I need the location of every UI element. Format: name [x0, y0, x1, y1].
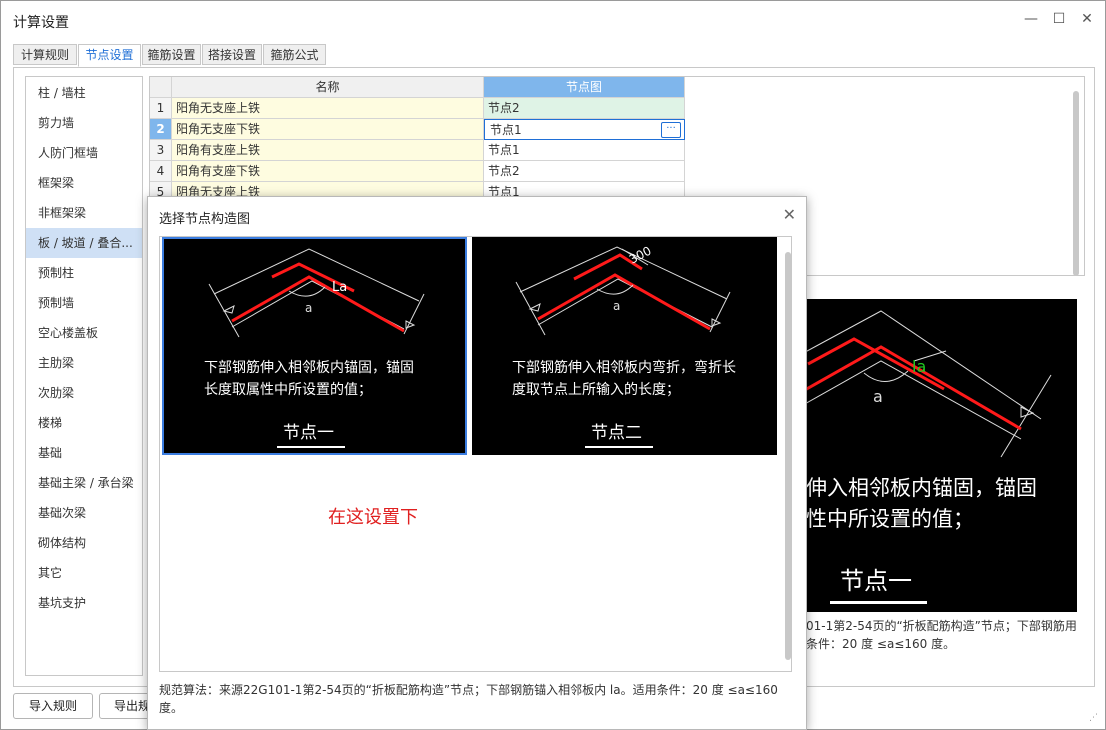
- tab-stirrup-formula[interactable]: 箍筋公式: [263, 44, 326, 65]
- row-number: 1: [150, 98, 172, 119]
- row-number: 2: [150, 119, 172, 140]
- row-node-cell[interactable]: 节点2: [484, 161, 685, 182]
- preview-description: 01-1第2-54页的“折板配筋构造”节点；下部钢筋用条件：20 度 ≤a≤16…: [806, 619, 1077, 651]
- table-row[interactable]: 2 阳角无支座下铁 节点1 ···: [150, 119, 685, 140]
- title-bar: 计算设置 — ☐ ✕: [1, 1, 1105, 39]
- dialog-description: 规范算法：来源22G101-1第2-54页的“折板配筋构造”节点；下部钢筋锚入相…: [159, 683, 778, 715]
- row-name-cell[interactable]: 阳角无支座下铁: [172, 119, 484, 140]
- node-option-2[interactable]: 300 a 下部钢筋伸入相邻板内弯折，弯折长 度取节点上所输入的长度； 节点二: [472, 237, 777, 455]
- node-options-area: La a 下部钢筋伸入相邻板内锚固，锚固 长度取属性中所设置的值； 节点一 30…: [159, 236, 792, 672]
- row-number: 3: [150, 140, 172, 161]
- sidebar-item-precast-wall[interactable]: 预制墙: [26, 288, 142, 318]
- preview-caption: 节点一: [840, 567, 912, 595]
- sidebar-item-frame-beam[interactable]: 框架梁: [26, 168, 142, 198]
- row-node-cell[interactable]: 节点1: [484, 140, 685, 161]
- grid-corner: [150, 77, 172, 98]
- sidebar-item-slab[interactable]: 板 / 坡道 / 叠合...: [26, 228, 142, 258]
- dim-label: 300: [627, 244, 654, 267]
- row-name-cell[interactable]: 阳角有支座下铁: [172, 161, 484, 182]
- tab-calc-rules[interactable]: 计算规则: [13, 44, 77, 65]
- sidebar-item-hollow-slab[interactable]: 空心楼盖板: [26, 318, 142, 348]
- sidebar-item-secondary-rib-beam[interactable]: 次肋梁: [26, 378, 142, 408]
- sidebar-item-masonry[interactable]: 砌体结构: [26, 528, 142, 558]
- dialog-scrollbar[interactable]: [785, 252, 791, 660]
- angle-label: a: [613, 299, 620, 313]
- table-row[interactable]: 1 阳角无支座上铁 节点2: [150, 98, 685, 119]
- option-1-caption: 节点一: [283, 423, 334, 443]
- table-row[interactable]: 3 阳角有支座上铁 节点1: [150, 140, 685, 161]
- sidebar-item-pit-support[interactable]: 基坑支护: [26, 588, 142, 618]
- sidebar-item-civil-defense-door[interactable]: 人防门框墙: [26, 138, 142, 168]
- option-1-text-line2: 长度取属性中所设置的值；: [204, 382, 372, 398]
- row-number: 4: [150, 161, 172, 182]
- slab-fold-diagram: la a 伸入相邻板内锚固，锚固 性中所设置的值； 节点一: [796, 310, 1052, 604]
- node-preview-image: la a 伸入相邻板内锚固，锚固 性中所设置的值； 节点一: [796, 299, 1077, 612]
- row-name-cell[interactable]: 阳角有支座上铁: [172, 140, 484, 161]
- annotation-note: 在这设置下: [328, 507, 418, 528]
- angle-label: a: [305, 301, 312, 315]
- la-label: La: [332, 280, 347, 295]
- sidebar-item-foundation-secondary-beam[interactable]: 基础次梁: [26, 498, 142, 528]
- row-node-cell-editing[interactable]: 节点1 ···: [484, 119, 685, 140]
- tab-node-settings[interactable]: 节点设置: [78, 44, 141, 67]
- preview-text-line1: 伸入相邻板内锚固，锚固: [806, 476, 1037, 500]
- option-2-caption: 节点二: [591, 423, 642, 443]
- row-node-cell[interactable]: 节点2: [484, 98, 685, 119]
- column-header-node[interactable]: 节点图: [484, 77, 685, 98]
- maximize-icon[interactable]: ☐: [1051, 11, 1067, 27]
- dialog-title: 选择节点构造图: [159, 212, 251, 227]
- window-title: 计算设置: [13, 15, 69, 31]
- sidebar-item-precast-column[interactable]: 预制柱: [26, 258, 142, 288]
- node-option-2-diagram: 300 a 下部钢筋伸入相邻板内弯折，弯折长 度取节点上所输入的长度； 节点二: [512, 244, 736, 448]
- dialog-close-icon[interactable]: ✕: [783, 205, 796, 224]
- component-sidebar: 柱 / 墙柱 剪力墙 人防门框墙 框架梁 非框架梁 板 / 坡道 / 叠合...…: [25, 76, 143, 676]
- sidebar-item-stairs[interactable]: 楼梯: [26, 408, 142, 438]
- import-rules-button[interactable]: 导入规则: [13, 693, 93, 719]
- node-option-1[interactable]: La a 下部钢筋伸入相邻板内锚固，锚固 长度取属性中所设置的值； 节点一: [162, 237, 467, 455]
- node-option-1-diagram: La a 下部钢筋伸入相邻板内锚固，锚固 长度取属性中所设置的值； 节点一: [204, 248, 425, 448]
- sidebar-item-foundation-main-beam[interactable]: 基础主梁 / 承台梁: [26, 468, 142, 498]
- table-row[interactable]: 4 阳角有支座下铁 节点2: [150, 161, 685, 182]
- angle-label: a: [873, 387, 883, 406]
- option-2-text-line2: 度取节点上所输入的长度；: [512, 382, 680, 398]
- select-node-dialog: 选择节点构造图 ✕ La a 下部钢筋伸入相邻板内锚固，锚固 长度取属性中所设置…: [147, 196, 807, 730]
- sidebar-item-column[interactable]: 柱 / 墙柱: [26, 78, 142, 108]
- grid-scrollbar[interactable]: [1073, 91, 1079, 276]
- resize-grip-icon[interactable]: ⋰: [1089, 713, 1099, 723]
- row-name-cell[interactable]: 阳角无支座上铁: [172, 98, 484, 119]
- option-2-text-line1: 下部钢筋伸入相邻板内弯折，弯折长: [512, 359, 736, 376]
- sidebar-item-other[interactable]: 其它: [26, 558, 142, 588]
- option-1-text-line1: 下部钢筋伸入相邻板内锚固，锚固: [204, 359, 414, 376]
- sidebar-item-foundation[interactable]: 基础: [26, 438, 142, 468]
- sidebar-item-main-rib-beam[interactable]: 主肋梁: [26, 348, 142, 378]
- tab-stirrup-settings[interactable]: 箍筋设置: [142, 44, 201, 65]
- close-icon[interactable]: ✕: [1079, 11, 1095, 27]
- ellipsis-button[interactable]: ···: [661, 122, 681, 138]
- sidebar-item-non-frame-beam[interactable]: 非框架梁: [26, 198, 142, 228]
- la-label: la: [912, 357, 926, 376]
- row-node-value: 节点1: [490, 123, 522, 137]
- preview-text-line2: 性中所设置的值；: [806, 507, 974, 531]
- minimize-icon[interactable]: —: [1023, 11, 1039, 27]
- column-header-name[interactable]: 名称: [172, 77, 484, 98]
- tab-lap-settings[interactable]: 搭接设置: [202, 44, 262, 65]
- sidebar-item-shear-wall[interactable]: 剪力墙: [26, 108, 142, 138]
